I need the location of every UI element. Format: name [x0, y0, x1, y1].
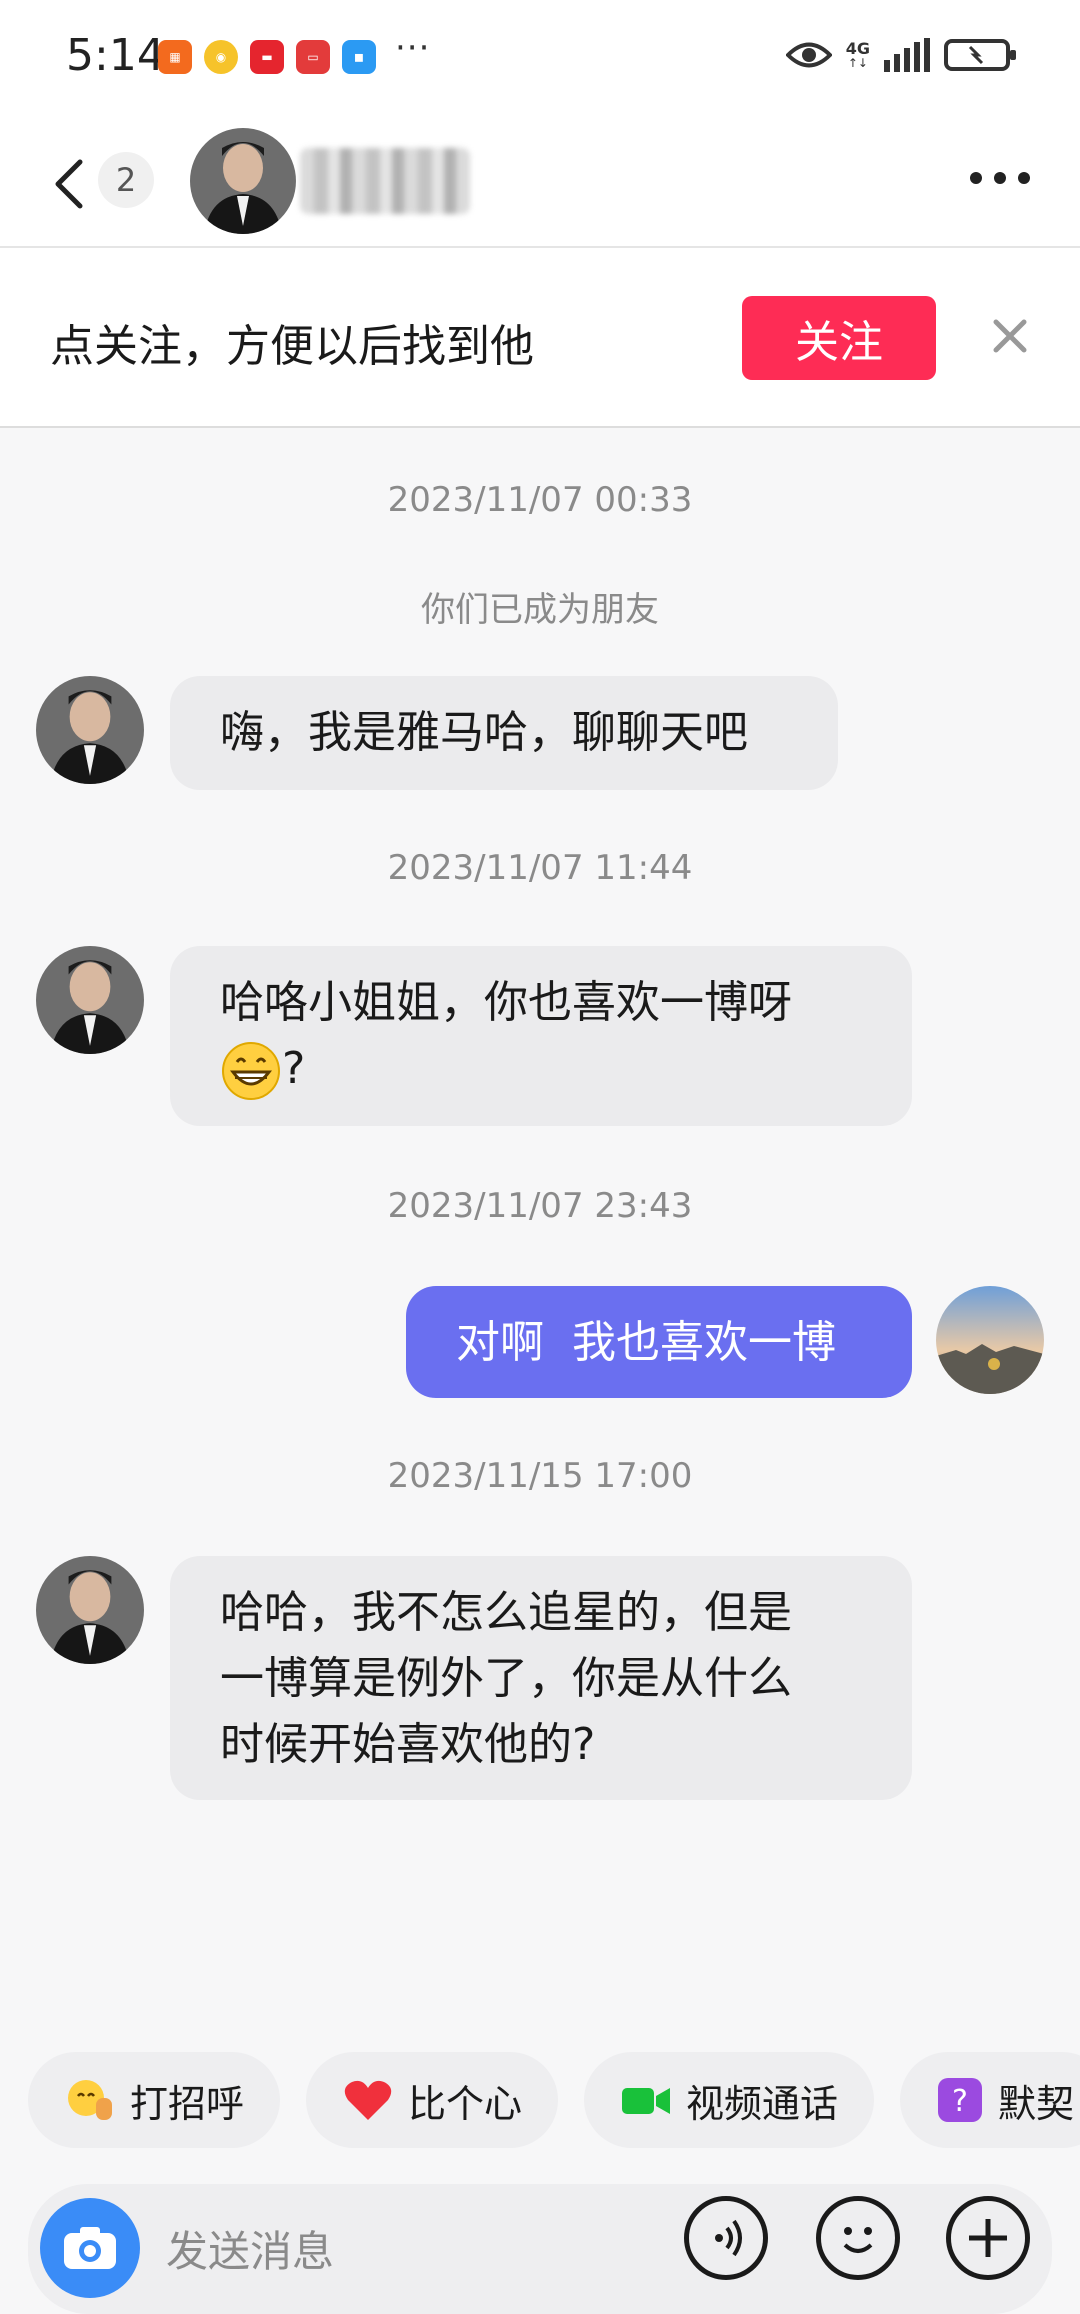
contact-avatar[interactable]	[36, 676, 144, 784]
message-text: 嗨，我是雅马哈，聊聊天吧	[220, 707, 748, 758]
status-bar: 5:14 ▦ ◉ ▬ ▭ ◼ ··· 4G ↑↓	[0, 0, 1080, 120]
voice-icon	[715, 2219, 742, 2257]
chat-header: 2	[0, 120, 1080, 248]
message-text-line: ?	[220, 1036, 862, 1102]
message-text-line: 哈哈，我不怎么追星的，但是	[220, 1587, 792, 1638]
message-text-line: 一博算是例外了，你是从什么	[220, 1653, 792, 1704]
my-avatar[interactable]	[936, 1286, 1044, 1394]
message-timestamp: 2023/11/07 11:44	[387, 848, 693, 888]
more-options-icon[interactable]	[970, 172, 1030, 184]
voice-button[interactable]	[684, 2196, 768, 2280]
incoming-message[interactable]: 哈咯小姐姐，你也喜欢一博呀 ?	[170, 946, 912, 1126]
weibo-icon: ◉	[204, 40, 238, 74]
back-arrow-icon[interactable]	[50, 156, 90, 212]
svg-text:?: ?	[952, 2084, 968, 2119]
quick-action-label: 默契	[998, 2081, 1075, 2126]
plus-button[interactable]	[946, 2196, 1030, 2280]
heart-icon	[344, 2080, 392, 2120]
outgoing-message[interactable]: 对啊 我也喜欢一博	[406, 1286, 912, 1398]
network-indicator: 4G ↑↓	[845, 39, 870, 70]
wave-emoji-icon	[68, 2080, 112, 2120]
question-box-icon: ?	[938, 2078, 983, 2122]
eye-icon	[785, 42, 832, 68]
quick-action-wave[interactable]: 打招呼	[28, 2052, 281, 2148]
follow-prompt-text: 点关注，方便以后找到他	[50, 321, 534, 372]
quick-actions-bar: 打招呼 比个心 视频通话 ? 默契	[28, 2052, 1080, 2148]
quick-action-label: 视频通话	[686, 2081, 839, 2126]
quick-action-video-call[interactable]: 视频通话	[584, 2052, 875, 2148]
signal-icon	[884, 38, 930, 72]
message-timestamp: 2023/11/07 00:33	[387, 480, 693, 520]
quick-action-heart[interactable]: 比个心	[306, 2052, 559, 2148]
incoming-message[interactable]: 嗨，我是雅马哈，聊聊天吧	[170, 676, 838, 790]
smiley-icon	[843, 2227, 873, 2253]
grinning-emoji-icon	[222, 1042, 280, 1100]
contact-avatar[interactable]	[36, 1556, 144, 1664]
status-right: 4G ↑↓	[785, 38, 1016, 72]
more-notifications-icon: ···	[395, 28, 431, 68]
unread-count-badge: 2	[98, 152, 154, 208]
follow-prompt-bar: 点关注，方便以后找到他 关注	[0, 248, 1080, 428]
app-notification-icon: ▭	[296, 40, 330, 74]
follow-button[interactable]: 关注	[742, 296, 936, 380]
system-note: 你们已成为朋友	[421, 590, 659, 630]
notification-icons: ▦ ◉ ▬ ▭ ◼	[158, 40, 376, 74]
quick-action-label: 打招呼	[130, 2081, 245, 2126]
message-input-bar: 发送消息	[28, 2184, 1052, 2314]
message-timestamp: 2023/11/15 17:00	[387, 1456, 693, 1496]
video-camera-icon	[622, 2088, 671, 2114]
message-app-icon: ◼	[342, 40, 376, 74]
contact-name-redacted	[300, 148, 470, 214]
camera-icon	[64, 2227, 116, 2269]
contact-avatar[interactable]	[36, 946, 144, 1054]
message-text: 哈咯小姐姐，你也喜欢一博呀	[220, 977, 792, 1028]
close-icon[interactable]	[990, 316, 1030, 356]
message-input[interactable]: 发送消息	[166, 2218, 334, 2279]
message-text-line: 时候开始喜欢他的?	[220, 1719, 596, 1770]
app-notification-icon: ▬	[250, 40, 284, 74]
quick-action-label: 比个心	[408, 2081, 523, 2126]
battery-icon	[944, 39, 1016, 71]
app-notification-icon: ▦	[158, 40, 192, 74]
emoji-button[interactable]	[816, 2196, 900, 2280]
message-text: 对啊 我也喜欢一博	[456, 1317, 836, 1368]
message-timestamp: 2023/11/07 23:43	[387, 1186, 693, 1226]
plus-icon	[969, 2219, 1007, 2257]
camera-button[interactable]	[40, 2198, 140, 2298]
incoming-message[interactable]: 哈哈，我不怎么追星的，但是 一博算是例外了，你是从什么 时候开始喜欢他的?	[170, 1556, 912, 1800]
status-time: 5:14	[66, 30, 165, 81]
quick-action-tacit[interactable]: ? 默契	[900, 2052, 1080, 2148]
contact-avatar[interactable]	[190, 128, 296, 234]
